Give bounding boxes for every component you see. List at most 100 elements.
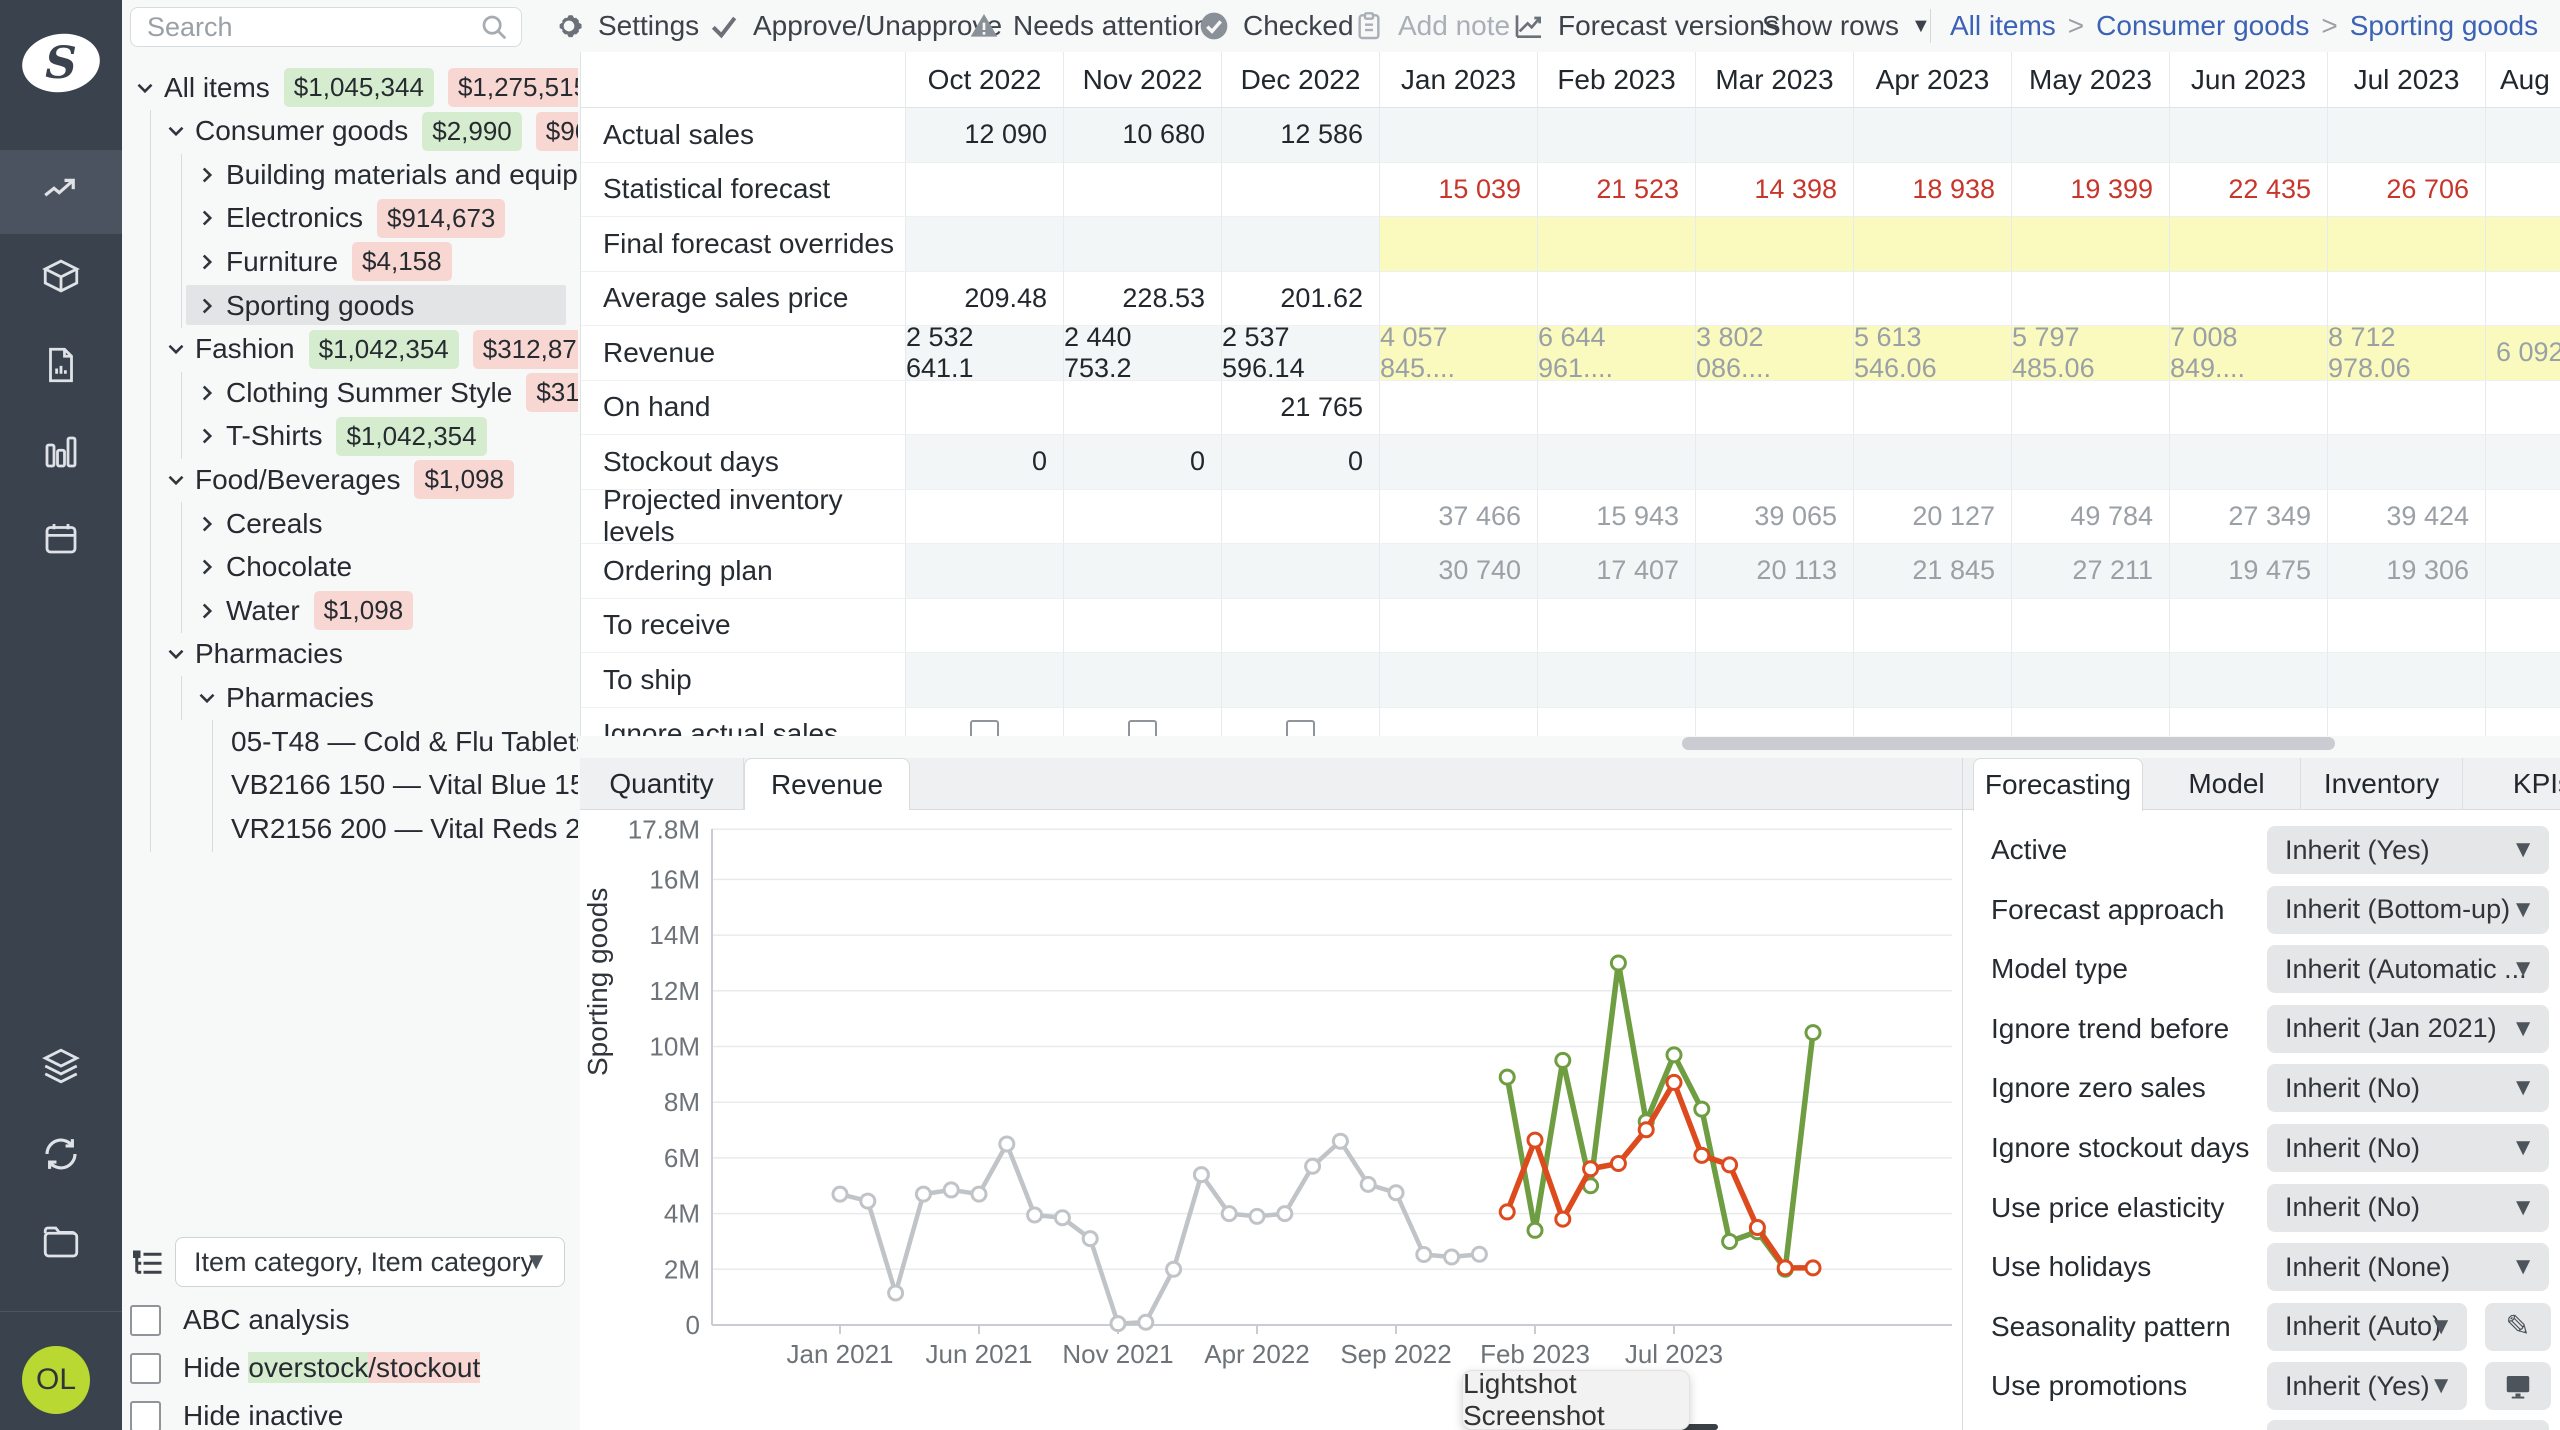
group-by-dropdown[interactable]: Item category, Item category ▼ xyxy=(175,1237,565,1287)
cell-ignore-actual-sales-9[interactable] xyxy=(2328,708,2486,737)
cell-stockout-days-7[interactable] xyxy=(2012,435,2170,490)
cell-on-hand-8[interactable] xyxy=(2170,381,2328,436)
cell-ordering-plan-3[interactable]: 30 740 xyxy=(1380,544,1538,599)
cell-final-forecast-overrides-0[interactable] xyxy=(906,217,1064,272)
chevron-down-icon[interactable] xyxy=(163,467,189,493)
cell-to-ship-8[interactable] xyxy=(2170,653,2328,708)
cell-actual-sales-9[interactable] xyxy=(2328,108,2486,163)
approve-button[interactable]: Approve/Unapprove xyxy=(707,0,1002,52)
cell-stockout-days-3[interactable] xyxy=(1380,435,1538,490)
cell-to-ship-2[interactable] xyxy=(1222,653,1380,708)
chevron-right-icon[interactable] xyxy=(194,511,220,537)
cell-statistical-forecast-2[interactable] xyxy=(1222,163,1380,218)
sidebar-item-report[interactable] xyxy=(0,339,122,395)
cell-statistical-forecast-8[interactable]: 22 435 xyxy=(2170,163,2328,218)
cell-to-receive-5[interactable] xyxy=(1696,599,1854,654)
checked-button[interactable]: Checked xyxy=(1197,0,1354,52)
cell-average-sales-price-8[interactable] xyxy=(2170,272,2328,327)
cell-actual-sales-0[interactable]: 12 090 xyxy=(906,108,1064,163)
tree-item-furniture[interactable]: Furniture$4,158 xyxy=(122,240,578,283)
checkbox[interactable] xyxy=(130,1401,161,1430)
cell-final-forecast-overrides-8[interactable] xyxy=(2170,217,2328,272)
cell-projected-inventory-levels-8[interactable]: 27 349 xyxy=(2170,490,2328,545)
cell-average-sales-price-5[interactable] xyxy=(1696,272,1854,327)
cell-on-hand-4[interactable] xyxy=(1538,381,1696,436)
hierarchy-icon[interactable] xyxy=(130,1246,166,1287)
settings-tab-model[interactable]: Model xyxy=(2153,758,2301,810)
cell-to-receive-6[interactable] xyxy=(1854,599,2012,654)
promotions-view-button[interactable] xyxy=(2485,1362,2551,1410)
cell-on-hand-7[interactable] xyxy=(2012,381,2170,436)
cell-ignore-actual-sales-7[interactable] xyxy=(2012,708,2170,737)
cell-actual-sales-6[interactable] xyxy=(1854,108,2012,163)
cell-ignore-actual-sales-8[interactable] xyxy=(2170,708,2328,737)
cell-projected-inventory-levels-1[interactable] xyxy=(1064,490,1222,545)
horizontal-scrollbar[interactable] xyxy=(1682,737,2335,750)
cell-to-ship-6[interactable] xyxy=(1854,653,2012,708)
cell-projected-inventory-levels-10[interactable] xyxy=(2486,490,2560,545)
ignore-actual-sales-checkbox[interactable] xyxy=(970,720,999,736)
ignore-actual-sales-checkbox[interactable] xyxy=(1128,720,1157,736)
cell-ordering-plan-9[interactable]: 19 306 xyxy=(2328,544,2486,599)
settings-button[interactable]: Settings xyxy=(552,0,699,52)
breadcrumb-link-1[interactable]: Consumer goods xyxy=(2096,10,2309,42)
avatar[interactable]: OL xyxy=(22,1346,90,1414)
cell-revenue-0[interactable]: 2 532 641.1 xyxy=(906,326,1064,381)
cell-to-receive-9[interactable] xyxy=(2328,599,2486,654)
cell-to-receive-3[interactable] xyxy=(1380,599,1538,654)
cell-actual-sales-4[interactable] xyxy=(1538,108,1696,163)
tree-item-pharmacies[interactable]: Pharmacies xyxy=(122,633,578,676)
cell-final-forecast-overrides-4[interactable] xyxy=(1538,217,1696,272)
chevron-right-icon[interactable] xyxy=(194,249,220,275)
cell-ordering-plan-2[interactable] xyxy=(1222,544,1380,599)
cell-to-receive-7[interactable] xyxy=(2012,599,2170,654)
settings-tab-kpis[interactable]: KPIs xyxy=(2483,758,2560,810)
setting-dropdown-use-price-elasticity[interactable]: Inherit (No)▼ xyxy=(2267,1184,2549,1232)
chevron-down-icon[interactable] xyxy=(163,641,189,667)
cell-final-forecast-overrides-3[interactable] xyxy=(1380,217,1538,272)
cell-projected-inventory-levels-6[interactable]: 20 127 xyxy=(1854,490,2012,545)
cell-average-sales-price-3[interactable] xyxy=(1380,272,1538,327)
cell-stockout-days-10[interactable] xyxy=(2486,435,2560,490)
tree-item-vb2166-150-vital-blue-150-g[interactable]: VB2166 150 — Vital Blue 150 g xyxy=(122,764,578,807)
setting-dropdown-forecast-approach[interactable]: Inherit (Bottom-up)▼ xyxy=(2267,886,2549,934)
chevron-down-icon[interactable] xyxy=(163,118,189,144)
setting-dropdown-use-holidays[interactable]: Inherit (None)▼ xyxy=(2267,1243,2549,1291)
cell-average-sales-price-1[interactable]: 228.53 xyxy=(1064,272,1222,327)
edit-seasonality-button[interactable]: ✎ xyxy=(2485,1303,2551,1351)
cell-actual-sales-2[interactable]: 12 586 xyxy=(1222,108,1380,163)
cell-actual-sales-8[interactable] xyxy=(2170,108,2328,163)
cell-stockout-days-1[interactable]: 0 xyxy=(1064,435,1222,490)
tree-item-pharmacies[interactable]: Pharmacies xyxy=(122,676,578,719)
cell-ignore-actual-sales-6[interactable] xyxy=(1854,708,2012,737)
cell-statistical-forecast-5[interactable]: 14 398 xyxy=(1696,163,1854,218)
cell-ordering-plan-8[interactable]: 19 475 xyxy=(2170,544,2328,599)
cell-average-sales-price-10[interactable] xyxy=(2486,272,2560,327)
cell-ignore-actual-sales-5[interactable] xyxy=(1696,708,1854,737)
cell-on-hand-6[interactable] xyxy=(1854,381,2012,436)
settings-tab-forecasting[interactable]: Forecasting xyxy=(1973,758,2143,811)
cell-average-sales-price-9[interactable] xyxy=(2328,272,2486,327)
setting-dropdown-active[interactable]: Inherit (Yes)▼ xyxy=(2267,826,2549,874)
setting-dropdown-ignore-stockout-days[interactable]: Inherit (No)▼ xyxy=(2267,1124,2549,1172)
app-logo[interactable]: S xyxy=(18,29,103,97)
sidebar-item-folder[interactable] xyxy=(0,1216,122,1272)
tree-item-sporting-goods[interactable]: Sporting goods xyxy=(122,284,578,327)
tree-item-water[interactable]: Water$1,098 xyxy=(122,589,578,632)
cell-statistical-forecast-1[interactable] xyxy=(1064,163,1222,218)
cell-final-forecast-overrides-5[interactable] xyxy=(1696,217,1854,272)
ignore-actual-sales-checkbox[interactable] xyxy=(1286,720,1315,736)
cell-to-receive-10[interactable] xyxy=(2486,599,2560,654)
cell-ordering-plan-7[interactable]: 27 211 xyxy=(2012,544,2170,599)
cell-projected-inventory-levels-2[interactable] xyxy=(1222,490,1380,545)
cell-ignore-actual-sales-0[interactable] xyxy=(906,708,1064,737)
cell-actual-sales-3[interactable] xyxy=(1380,108,1538,163)
cell-on-hand-9[interactable] xyxy=(2328,381,2486,436)
add-note-button[interactable]: Add note xyxy=(1352,0,1510,52)
tree-item-electronics[interactable]: Electronics$914,673 xyxy=(122,197,578,240)
chart-tab-quantity[interactable]: Quantity xyxy=(580,758,744,810)
cell-actual-sales-10[interactable] xyxy=(2486,108,2560,163)
cell-projected-inventory-levels-4[interactable]: 15 943 xyxy=(1538,490,1696,545)
cell-revenue-9[interactable]: 8 712 978.06 xyxy=(2328,326,2486,381)
cell-ordering-plan-10[interactable] xyxy=(2486,544,2560,599)
